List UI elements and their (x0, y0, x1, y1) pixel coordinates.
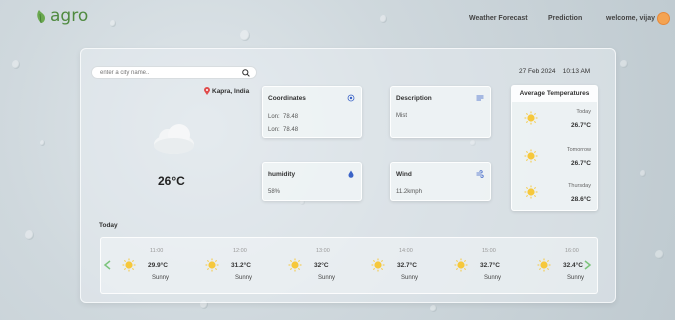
avg-temp-row: Tomorrow 26.7°C (512, 142, 597, 176)
sun-icon (205, 258, 219, 272)
avg-temp-row: Today 26.7°C (512, 104, 597, 138)
current-temperature: 26°C (158, 174, 185, 188)
hour-condition: Sunny (484, 275, 502, 281)
hourly-item: 15:00 32.7°C Sunny (450, 244, 530, 288)
avg-temp-row: Thursday 28.6°C (512, 178, 597, 212)
list-icon (476, 95, 484, 101)
sun-icon (524, 149, 538, 163)
hour-time: 15:00 (482, 248, 496, 254)
hourly-item: 13:00 32°C Sunny (284, 244, 364, 288)
top-nav: agro Weather Forecast Prediction welcome… (0, 0, 675, 34)
city-search-input[interactable] (98, 68, 242, 77)
sun-icon (524, 111, 538, 125)
avg-day-label: Today (576, 109, 591, 115)
description-title: Description (396, 95, 432, 102)
hour-temp: 31.2°C (231, 262, 251, 269)
crosshair-icon (347, 94, 355, 102)
welcome-text: welcome, vijay (606, 15, 656, 22)
avg-day-label: Thursday (568, 183, 591, 189)
hour-time: 11:00 (150, 248, 164, 254)
hour-temp: 32.7°C (480, 262, 500, 269)
humidity-card: humidity 58% (262, 162, 362, 201)
avg-temp-value: 28.6°C (571, 196, 591, 203)
hour-temp: 32.4°C (563, 262, 583, 269)
location-text: Kapra, India (212, 87, 250, 95)
today-section-title: Today (99, 222, 118, 229)
sun-icon (288, 258, 302, 272)
sun-icon (454, 258, 468, 272)
hour-temp: 32.7°C (397, 262, 417, 269)
lat-value: 78.48 (283, 127, 299, 133)
sun-icon (537, 258, 551, 272)
hour-condition: Sunny (235, 275, 253, 281)
nav-link-weather-forecast[interactable]: Weather Forecast (469, 15, 528, 22)
hour-temp: 32°C (314, 262, 329, 269)
hour-condition: Sunny (152, 275, 170, 281)
sun-icon (524, 185, 538, 199)
humidity-value: 58% (268, 189, 281, 195)
avg-day-label: Tomorrow (566, 147, 591, 153)
wind-icon (476, 170, 484, 178)
lon-value: 78.48 (283, 114, 299, 120)
location-pin-icon (204, 87, 210, 95)
hourly-item: 12:00 31.2°C Sunny (201, 244, 281, 288)
average-temperatures-title: Average Temperatures (512, 86, 597, 102)
wind-card: Wind 11.2kmph (390, 162, 491, 201)
wind-title: Wind (396, 171, 412, 178)
lon-label: Lon: (268, 114, 280, 120)
leaf-icon (37, 10, 45, 24)
hourly-item: 16:00 32.4°C Sunny (533, 244, 613, 288)
cloud-icon (154, 124, 194, 154)
chevron-left-icon[interactable] (103, 260, 111, 270)
hourly-item: 14:00 32.7°C Sunny (367, 244, 447, 288)
avg-temp-value: 26.7°C (571, 122, 591, 129)
date-time: 27 Feb 2024 10:13 AM (519, 68, 591, 75)
wind-value: 11.2kmph (396, 189, 422, 195)
sun-icon (122, 258, 136, 272)
sun-icon (371, 258, 385, 272)
location-label: Kapra, India (204, 87, 249, 95)
avg-temp-value: 26.7°C (571, 160, 591, 167)
hour-time: 16:00 (565, 248, 579, 254)
hour-temp: 29.9°C (148, 262, 168, 269)
hour-time: 13:00 (316, 248, 330, 254)
search-icon[interactable] (241, 68, 251, 78)
city-search-box (91, 66, 257, 79)
description-card: Description Mist (390, 86, 491, 138)
lat-label: Lon: (268, 127, 280, 133)
nav-link-prediction[interactable]: Prediction (548, 15, 582, 22)
hour-condition: Sunny (401, 275, 419, 281)
coordinates-card: Coordinates Lon: 78.48 Lon: 78.48 (262, 86, 362, 138)
hour-time: 12:00 (233, 248, 247, 254)
description-value: Mist (396, 113, 407, 119)
hour-condition: Sunny (567, 275, 585, 281)
logo-text: agro (50, 6, 89, 26)
hour-time: 14:00 (399, 248, 413, 254)
app-logo[interactable]: agro (34, 6, 88, 26)
user-avatar[interactable] (657, 12, 670, 25)
humidity-title: humidity (268, 171, 296, 178)
hour-condition: Sunny (318, 275, 336, 281)
hourly-item: 11:00 29.9°C Sunny (118, 244, 198, 288)
average-temperatures-card: Average Temperatures Today 26.7°C Tomorr… (511, 85, 598, 211)
water-drop-icon (348, 170, 354, 178)
coordinates-title: Coordinates (268, 95, 306, 102)
